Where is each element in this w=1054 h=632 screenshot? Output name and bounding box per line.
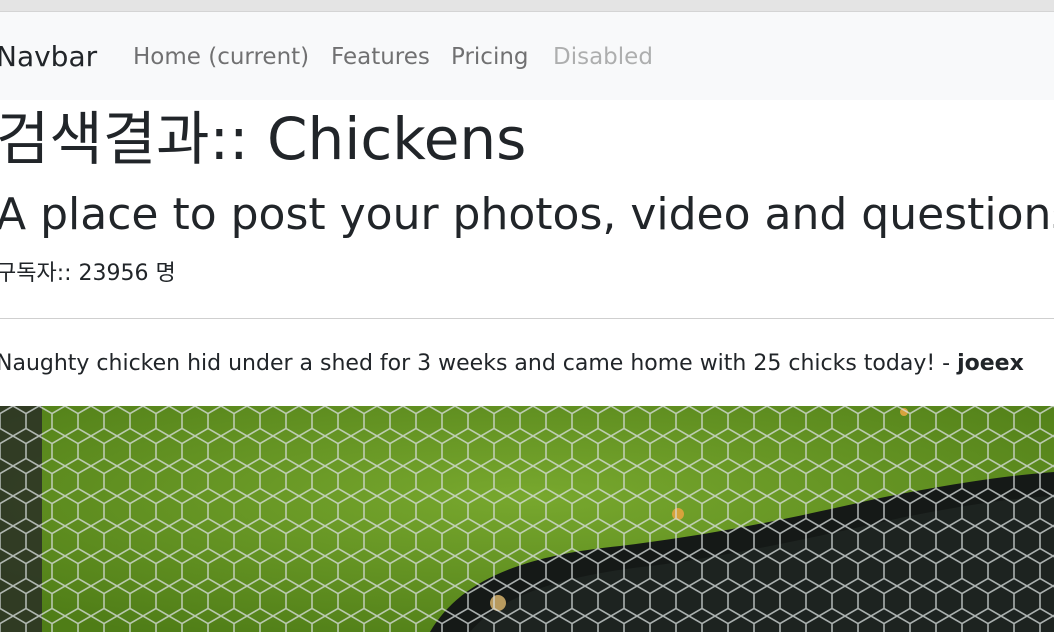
nav-link-features[interactable]: Features bbox=[331, 41, 430, 73]
page-title: 검색결과:: Chickens bbox=[0, 105, 527, 173]
post-image-graphic bbox=[0, 406, 1054, 632]
nav-link-disabled: Disabled bbox=[553, 44, 653, 70]
post-title-line: Naughty chicken hid under a shed for 3 w… bbox=[0, 348, 1024, 380]
post-author[interactable]: joeex bbox=[957, 351, 1024, 376]
page-subtitle: A place to post your photos, video and q… bbox=[0, 189, 1054, 240]
nav-link-home[interactable]: Home (current) bbox=[133, 41, 309, 73]
navbar: Navbar Home (current) Features Pricing D… bbox=[0, 12, 1054, 100]
navbar-brand[interactable]: Navbar bbox=[0, 37, 97, 77]
post-separator: - bbox=[935, 351, 958, 376]
subscriber-count: 구독자:: 23956 명 bbox=[0, 261, 176, 286]
browser-top-strip bbox=[0, 0, 1054, 12]
divider bbox=[0, 318, 1054, 319]
post-image[interactable] bbox=[0, 406, 1054, 632]
nav-link-pricing[interactable]: Pricing bbox=[451, 41, 529, 73]
post-title-link[interactable]: Naughty chicken hid under a shed for 3 w… bbox=[0, 351, 935, 376]
